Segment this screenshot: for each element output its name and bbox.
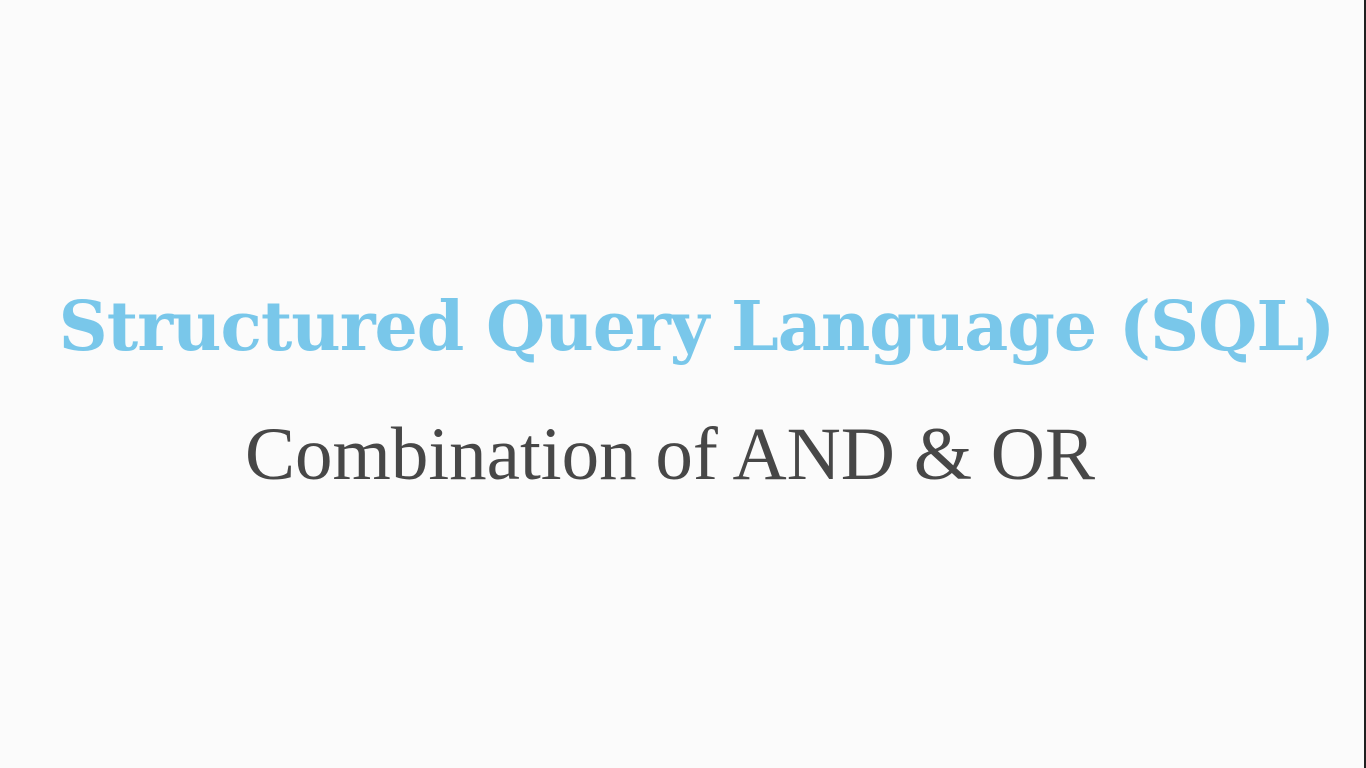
slide-subtitle: Combination of AND & OR: [244, 413, 1095, 496]
slide-title: Structured Query Language (SQL): [58, 287, 1336, 367]
slide: Structured Query Language (SQL) Combinat…: [0, 0, 1366, 768]
